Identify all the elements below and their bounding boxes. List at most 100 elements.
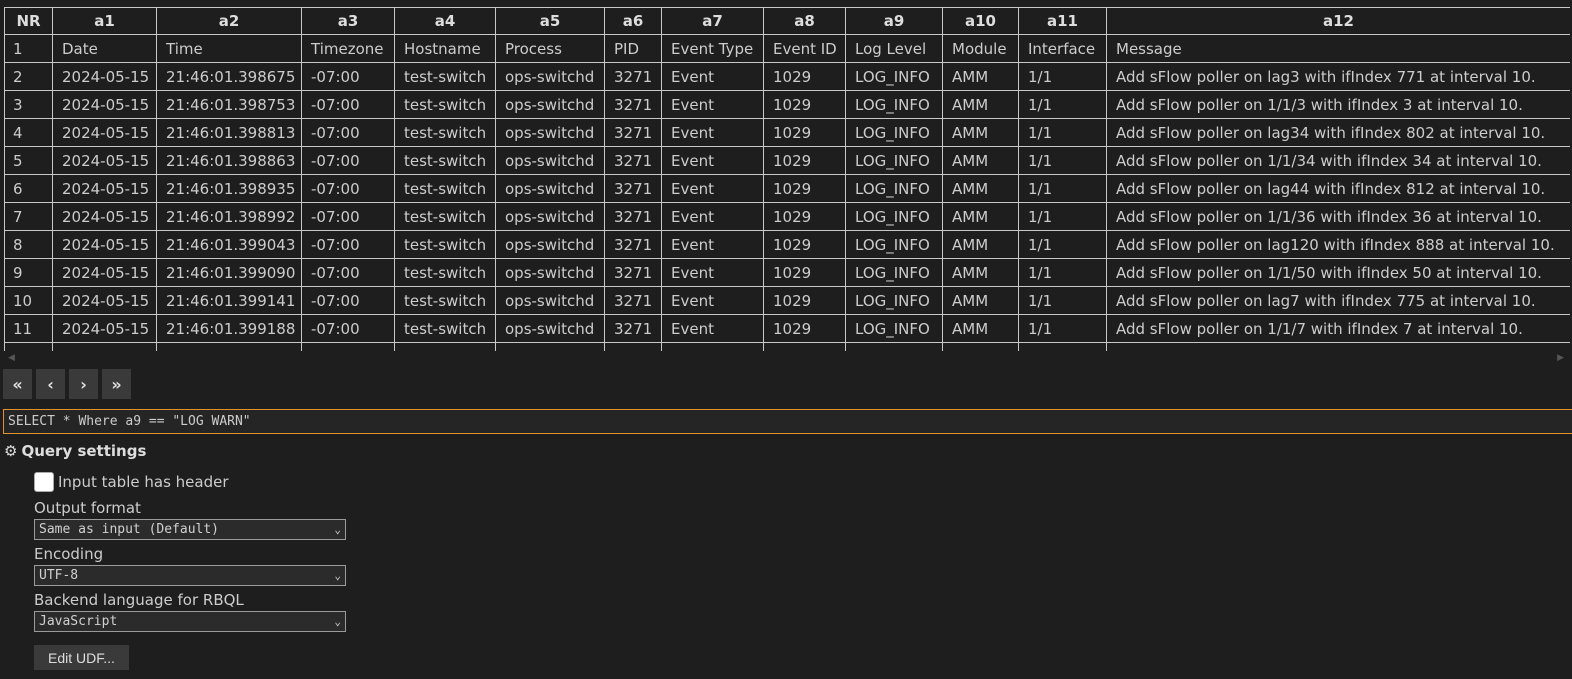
table-cell[interactable]: -07:00 — [301, 90, 395, 119]
table-cell[interactable]: 3271 — [604, 174, 662, 203]
table-cell[interactable]: -07:00 — [301, 258, 395, 287]
column-header-nr[interactable]: NR — [4, 7, 53, 35]
table-cell[interactable]: Add sFlow poller on 1/1/36 with ifIndex … — [1106, 202, 1570, 231]
table-cell[interactable]: 21:46:01.398863 — [156, 146, 302, 175]
table-cell[interactable]: LOG_INFO — [845, 286, 943, 315]
table-cell[interactable]: -07:00 — [301, 230, 395, 259]
table-cell[interactable]: Add sFlow poller on 1/1/3 with ifIndex 3… — [1106, 90, 1570, 119]
table-cell[interactable] — [156, 342, 302, 351]
table-cell[interactable]: -07:00 — [301, 202, 395, 231]
table-cell[interactable]: -07:00 — [301, 174, 395, 203]
table-cell[interactable]: Event — [661, 202, 764, 231]
table-cell[interactable] — [763, 342, 846, 351]
table-cell[interactable]: 1029 — [763, 90, 846, 119]
table-cell[interactable]: -07:00 — [301, 62, 395, 91]
table-cell[interactable]: Log Level — [845, 34, 943, 63]
table-cell[interactable]: 2024-05-15 — [52, 258, 157, 287]
table-cell[interactable]: 1029 — [763, 314, 846, 343]
table-cell[interactable]: 10 — [4, 286, 53, 315]
table-cell[interactable]: 7 — [4, 202, 53, 231]
table-cell[interactable]: 3271 — [604, 146, 662, 175]
column-header-a4[interactable]: a4 — [394, 7, 496, 35]
table-cell[interactable]: Time — [156, 34, 302, 63]
table-cell[interactable]: Process — [495, 34, 605, 63]
table-cell[interactable]: 21:46:01.398935 — [156, 174, 302, 203]
next-page-button[interactable]: › — [69, 369, 98, 399]
first-page-button[interactable]: « — [3, 369, 32, 399]
last-page-button[interactable]: » — [102, 369, 131, 399]
query-settings-toggle[interactable]: ⚙ Query settings — [4, 442, 146, 460]
table-cell[interactable]: 2024-05-15 — [52, 230, 157, 259]
table-cell[interactable]: 1029 — [763, 202, 846, 231]
table-cell[interactable]: LOG_INFO — [845, 258, 943, 287]
table-cell[interactable]: ops-switchd — [495, 90, 605, 119]
table-cell[interactable]: Event — [661, 258, 764, 287]
table-cell[interactable]: Module — [942, 34, 1019, 63]
table-cell[interactable]: 2024-05-15 — [52, 202, 157, 231]
table-cell[interactable]: Add sFlow poller on 1/1/7 with ifIndex 7… — [1106, 314, 1570, 343]
column-header-a6[interactable]: a6 — [604, 7, 662, 35]
table-cell[interactable]: 1029 — [763, 258, 846, 287]
table-cell[interactable]: ops-switchd — [495, 286, 605, 315]
table-cell[interactable]: Event — [661, 62, 764, 91]
table-cell[interactable]: AMM — [942, 146, 1019, 175]
table-cell[interactable]: Event ID — [763, 34, 846, 63]
backend-language-select[interactable]: JavaScript ⌄ — [34, 611, 346, 632]
table-cell[interactable] — [301, 342, 395, 351]
table-cell[interactable] — [495, 342, 605, 351]
table-cell[interactable]: 2024-05-15 — [52, 118, 157, 147]
column-header-a3[interactable]: a3 — [301, 7, 395, 35]
table-cell[interactable]: 1029 — [763, 146, 846, 175]
table-cell[interactable]: 3271 — [604, 314, 662, 343]
table-cell[interactable]: 1/1 — [1018, 230, 1107, 259]
table-cell[interactable]: test-switch — [394, 314, 496, 343]
table-cell[interactable]: Add sFlow poller on 1/1/50 with ifIndex … — [1106, 258, 1570, 287]
table-cell[interactable]: Add sFlow poller on lag34 with ifIndex 8… — [1106, 118, 1570, 147]
table-cell[interactable]: Add sFlow poller on lag7 with ifIndex 77… — [1106, 286, 1570, 315]
table-cell[interactable]: 21:46:01.398753 — [156, 90, 302, 119]
table-cell[interactable]: 2024-05-15 — [52, 62, 157, 91]
table-cell[interactable]: 21:46:01.398992 — [156, 202, 302, 231]
table-cell[interactable]: 6 — [4, 174, 53, 203]
table-cell[interactable]: 3 — [4, 90, 53, 119]
table-cell[interactable] — [845, 342, 943, 351]
table-cell[interactable]: 3271 — [604, 202, 662, 231]
table-cell[interactable]: Event — [661, 118, 764, 147]
table-cell[interactable]: ops-switchd — [495, 118, 605, 147]
table-cell[interactable]: test-switch — [394, 146, 496, 175]
column-header-a11[interactable]: a11 — [1018, 7, 1107, 35]
horizontal-scrollbar[interactable]: ◀ ▶ — [4, 353, 1570, 363]
table-cell[interactable]: 1029 — [763, 174, 846, 203]
table-cell[interactable]: Event — [661, 146, 764, 175]
table-cell[interactable]: test-switch — [394, 202, 496, 231]
output-format-select[interactable]: Same as input (Default) ⌄ — [34, 519, 346, 540]
table-cell[interactable] — [661, 342, 764, 351]
encoding-select[interactable]: UTF-8 ⌄ — [34, 565, 346, 586]
table-cell[interactable]: 21:46:01.398675 — [156, 62, 302, 91]
table-cell[interactable]: Hostname — [394, 34, 496, 63]
table-cell[interactable]: test-switch — [394, 230, 496, 259]
table-cell[interactable]: Add sFlow poller on lag120 with ifIndex … — [1106, 230, 1570, 259]
table-cell[interactable]: -07:00 — [301, 314, 395, 343]
table-cell[interactable] — [604, 342, 662, 351]
table-cell[interactable]: 8 — [4, 230, 53, 259]
table-cell[interactable]: Event Type — [661, 34, 764, 63]
table-cell[interactable]: -07:00 — [301, 286, 395, 315]
table-cell[interactable]: Event — [661, 286, 764, 315]
column-header-a5[interactable]: a5 — [495, 7, 605, 35]
table-cell[interactable]: 21:46:01.398813 — [156, 118, 302, 147]
table-cell[interactable]: AMM — [942, 230, 1019, 259]
table-cell[interactable]: 2024-05-15 — [52, 314, 157, 343]
table-cell[interactable] — [4, 342, 53, 351]
edit-udf-button[interactable]: Edit UDF... — [34, 645, 129, 670]
table-cell[interactable]: 1/1 — [1018, 118, 1107, 147]
table-cell[interactable]: 21:46:01.399090 — [156, 258, 302, 287]
table-cell[interactable]: Message — [1106, 34, 1570, 63]
table-cell[interactable]: LOG_INFO — [845, 314, 943, 343]
table-cell[interactable] — [942, 342, 1019, 351]
table-cell[interactable]: AMM — [942, 258, 1019, 287]
table-cell[interactable]: 1029 — [763, 62, 846, 91]
table-cell[interactable]: 1/1 — [1018, 258, 1107, 287]
table-cell[interactable]: 1/1 — [1018, 286, 1107, 315]
table-cell[interactable]: ops-switchd — [495, 314, 605, 343]
